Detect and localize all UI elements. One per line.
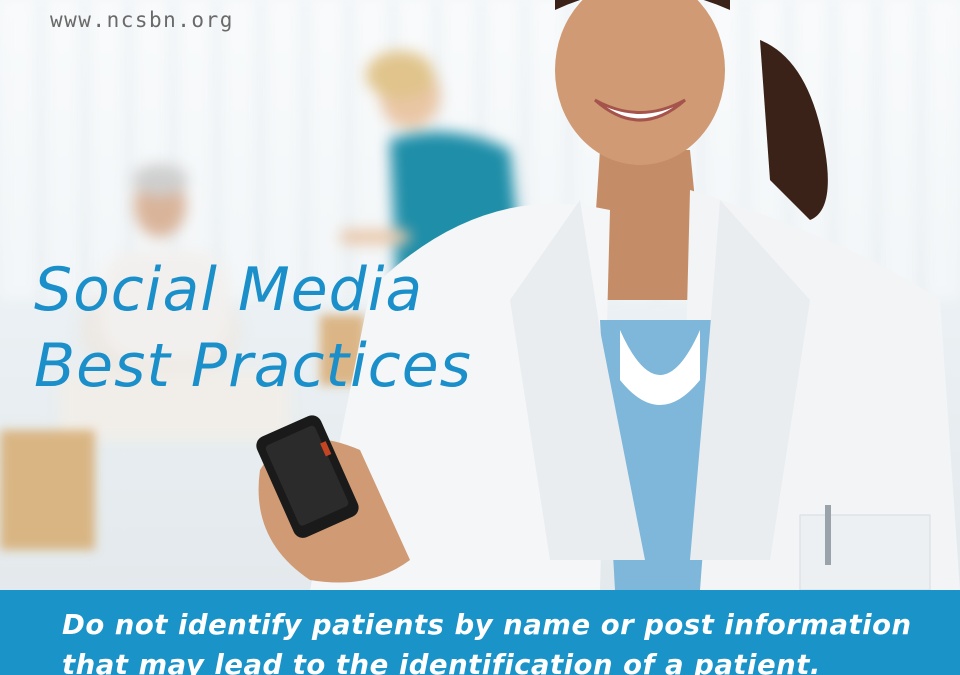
headline-line-1: Social Media	[34, 255, 424, 325]
bed-panel	[0, 430, 95, 550]
website-url: www.ncsbn.org	[50, 8, 234, 32]
caption-text: Do not identify patients by name or post…	[62, 605, 912, 675]
caption-line-1: Do not identify patients by name or post…	[62, 609, 912, 641]
headline-line-2: Best Practices	[34, 331, 472, 401]
caption-band: Do not identify patients by name or post…	[0, 590, 960, 675]
caption-line-2: that may lead to the identification of a…	[62, 649, 821, 675]
headline: Social Media Best Practices	[34, 252, 472, 404]
